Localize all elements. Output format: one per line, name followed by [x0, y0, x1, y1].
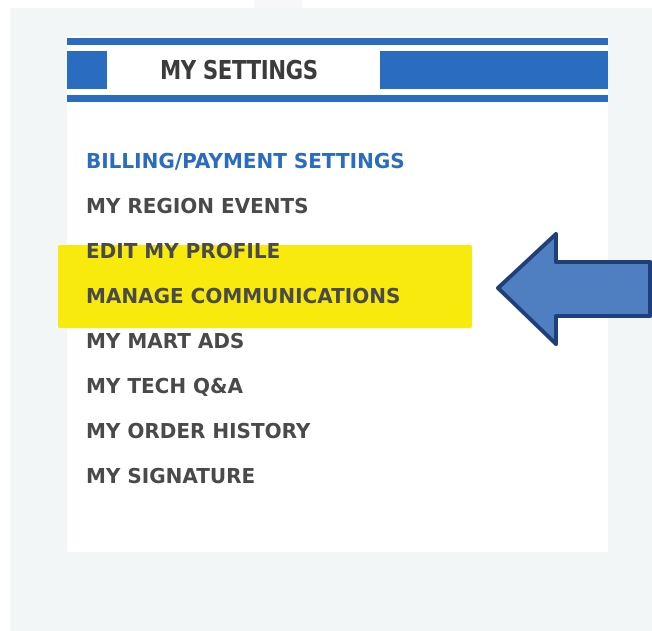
header-bar-left: [67, 51, 107, 89]
menu-item-my-order-history[interactable]: MY ORDER HISTORY: [86, 415, 405, 460]
menu-item-edit-my-profile[interactable]: EDIT MY PROFILE: [86, 235, 405, 280]
header-bar-right: [380, 51, 608, 89]
header-rule-top: [67, 38, 608, 45]
menu-item-billing-payment-settings[interactable]: BILLING/PAYMENT SETTINGS: [86, 145, 405, 190]
panel-title: MY SETTINGS: [160, 56, 318, 86]
menu-item-my-mart-ads[interactable]: MY MART ADS: [86, 325, 405, 370]
menu-item-my-signature[interactable]: MY SIGNATURE: [86, 460, 405, 505]
background-speck: [254, 0, 302, 8]
arrow-left-icon: [496, 232, 652, 346]
menu-item-manage-communications[interactable]: MANAGE COMMUNICATIONS: [86, 280, 405, 325]
settings-menu: BILLING/PAYMENT SETTINGS MY REGION EVENT…: [86, 145, 405, 505]
menu-item-my-tech-qa[interactable]: MY TECH Q&A: [86, 370, 405, 415]
header-rule-bottom: [67, 95, 608, 102]
menu-item-my-region-events[interactable]: MY REGION EVENTS: [86, 190, 405, 235]
